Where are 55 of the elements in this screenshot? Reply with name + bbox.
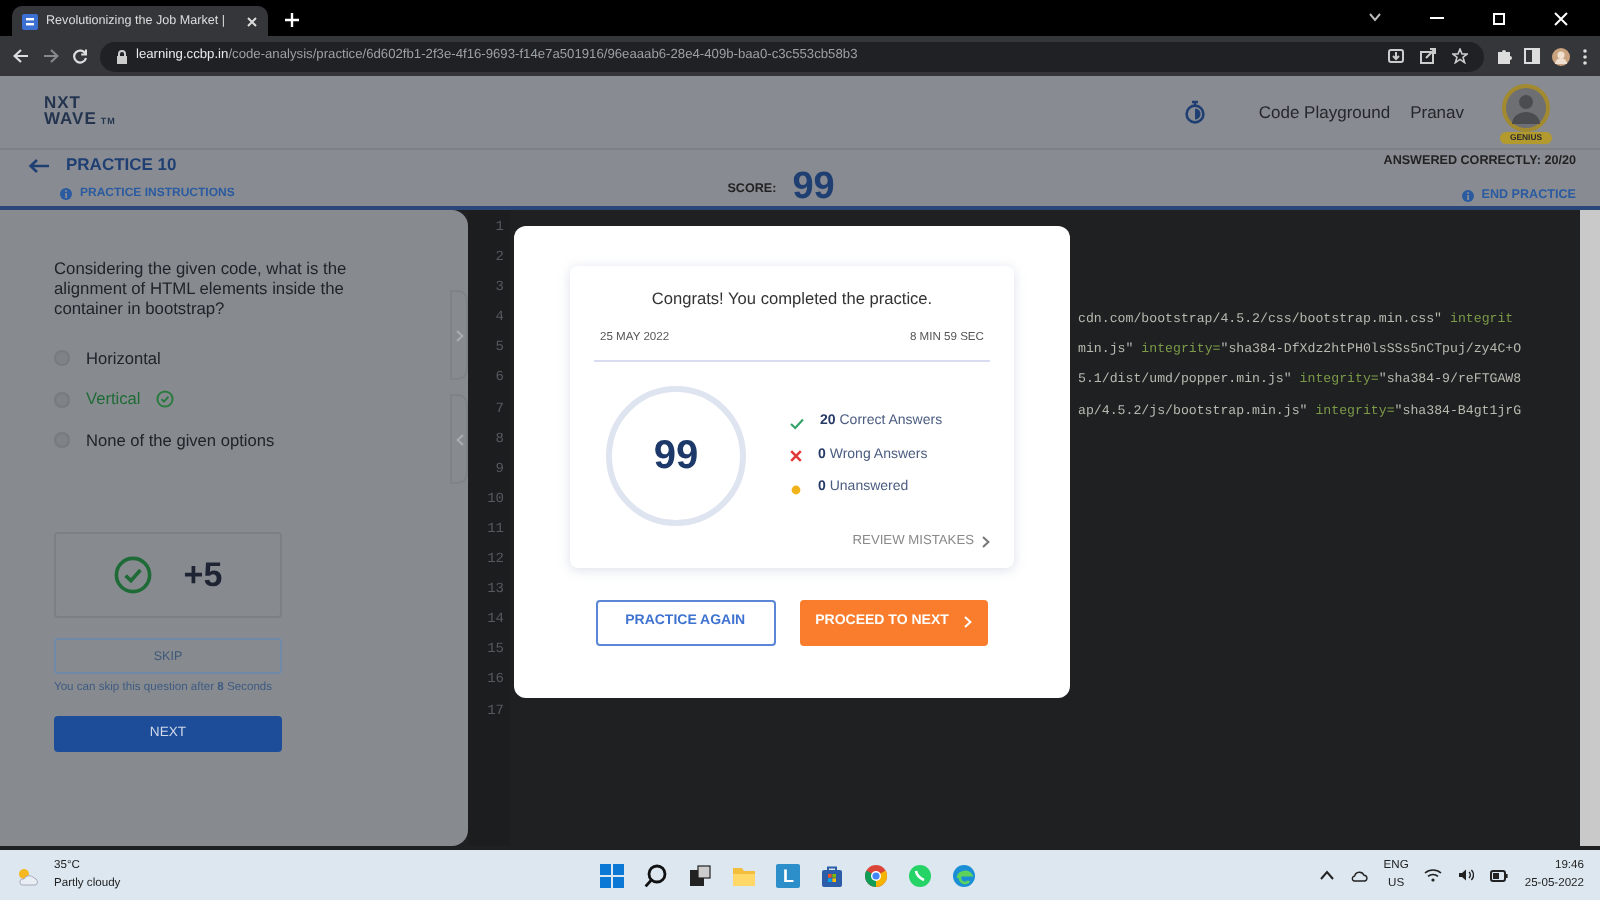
points-text: +5 (183, 554, 223, 599)
scrollbar[interactable] (1580, 210, 1600, 846)
puzzle-icon[interactable] (1496, 48, 1512, 64)
new-tab-icon[interactable] (284, 12, 300, 28)
question-text: Considering the given code, what is the alignment of HTML elements inside the container in bootstrap? (54, 258, 349, 318)
maximize-icon[interactable] (1492, 11, 1506, 25)
check-circle-icon (113, 556, 152, 595)
nav-link-text[interactable]: Code Playground (1258, 99, 1391, 125)
score-value: 99 (792, 167, 835, 205)
star-icon[interactable] (1452, 48, 1468, 64)
speaker-icon[interactable] (1458, 868, 1475, 882)
cross-icon (790, 450, 802, 463)
share-icon[interactable] (1420, 48, 1436, 64)
battery-icon[interactable] (1490, 869, 1509, 881)
chevron-right-icon (964, 616, 973, 629)
task-view-icon[interactable] (688, 863, 713, 887)
chevron-down-icon[interactable] (1368, 11, 1382, 21)
install-icon[interactable] (1388, 48, 1404, 64)
edge-browser-icon[interactable] (952, 863, 977, 887)
info-icon (1461, 189, 1474, 202)
option-label: None of the given options (86, 427, 275, 453)
profile-avatar-icon[interactable] (1552, 47, 1570, 65)
avatar-icon[interactable] (1500, 81, 1552, 131)
dot-icon (790, 483, 802, 496)
close-icon[interactable] (246, 15, 258, 27)
option-label: Horizontal (86, 346, 161, 371)
search-icon[interactable] (644, 863, 669, 887)
chevron-up-icon[interactable] (1319, 870, 1334, 880)
collapse-handle[interactable] (450, 290, 468, 380)
score-circle: 99 (606, 386, 746, 527)
lock-icon (116, 49, 128, 63)
collapse-handle[interactable] (450, 394, 468, 484)
browser-icon[interactable] (864, 863, 889, 887)
user-name: Pranav (1410, 99, 1464, 125)
site-favicon (22, 13, 38, 29)
practice-title: PRACTICE 10 (66, 152, 177, 178)
start-icon[interactable] (600, 863, 625, 887)
stopwatch-icon[interactable] (1184, 100, 1207, 124)
check-icon (790, 417, 804, 430)
side-panel-icon[interactable] (1524, 48, 1540, 64)
more-menu-icon[interactable] (1582, 47, 1588, 65)
store-icon[interactable] (820, 863, 845, 887)
chevron-left-icon (455, 433, 463, 445)
chevron-right-icon (455, 329, 463, 341)
cloud-icon[interactable] (1349, 869, 1368, 881)
wifi-icon[interactable] (1424, 868, 1443, 882)
forward-arrow-icon[interactable] (42, 48, 60, 64)
check-circle-icon (156, 390, 175, 409)
modal-title: Congrats! You completed the practice. (649, 286, 935, 311)
reload-icon[interactable] (72, 48, 88, 64)
info-icon (60, 188, 72, 201)
option-label: Vertical (86, 386, 141, 412)
chevron-right-icon (982, 536, 990, 549)
minimize-icon[interactable] (1430, 11, 1444, 21)
app-icon[interactable]: L (776, 863, 801, 887)
